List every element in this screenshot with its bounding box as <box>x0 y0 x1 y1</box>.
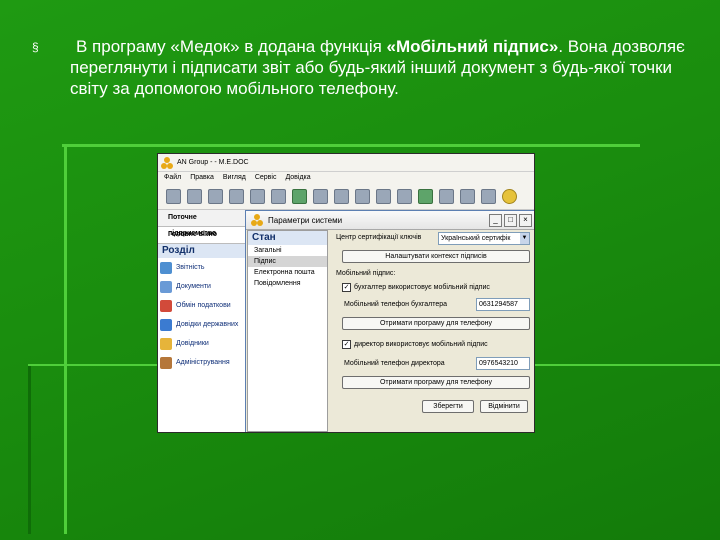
decor-line-left <box>64 144 67 534</box>
grid-icon[interactable] <box>313 188 328 204</box>
configure-signatures-button[interactable]: Налаштувати контекст підписів <box>342 250 530 263</box>
menu-help[interactable]: Довідка <box>285 174 310 181</box>
copy-icon[interactable] <box>229 188 244 204</box>
nav-item-catalogs[interactable]: Довідники <box>158 334 245 353</box>
menu-file[interactable]: Файл <box>164 174 181 181</box>
nav-item-references[interactable]: Довідки державних <box>158 315 245 334</box>
cert-center-label: Центр сертифікації ключів <box>336 234 422 241</box>
chevron-down-icon: ▼ <box>520 233 529 244</box>
state-pane: Стан Загальні Підпис Електронна пошта По… <box>247 230 328 432</box>
decor-line-dark <box>28 364 31 534</box>
state-item-notifications[interactable]: Повідомлення <box>248 278 327 289</box>
menu-service[interactable]: Сервіс <box>255 174 277 181</box>
references-icon <box>160 318 172 331</box>
close-icon[interactable]: × <box>519 213 532 227</box>
app-title: AN Group - - M.E.DOC <box>177 159 249 166</box>
window-controls: _ □ × <box>489 213 534 227</box>
refresh-icon[interactable] <box>418 188 433 204</box>
forward-icon[interactable] <box>187 188 202 204</box>
accountant-phone-input[interactable]: 0631294587 <box>476 298 530 311</box>
mobile-sign-label: Мобільний підпис: <box>336 270 396 277</box>
funnel-icon[interactable] <box>481 188 496 204</box>
tab-main-window[interactable]: Головне вікно <box>158 227 245 244</box>
get-program-button-accountant[interactable]: Отримати програму для телефону <box>342 317 530 330</box>
state-item-general[interactable]: Загальні <box>248 245 327 256</box>
nav-item-admin[interactable]: Адміністрування <box>158 353 245 372</box>
print-icon[interactable] <box>271 188 286 204</box>
back-icon[interactable] <box>166 188 181 204</box>
medoc-screenshot: AN Group - - M.E.DOC Файл Правка Вигляд … <box>157 153 535 433</box>
accountant-phone-label: Мобільний телефон бухгалтера <box>344 301 447 308</box>
app-titlebar: AN Group - - M.E.DOC <box>158 154 534 172</box>
decor-line-top <box>62 144 640 147</box>
slide-bullet: § В програму «Медок» в додана функція «М… <box>32 36 692 99</box>
director-phone-label: Мобільний телефон директора <box>344 360 445 367</box>
nav-item-documents[interactable]: Документи <box>158 277 245 296</box>
mail-icon[interactable] <box>439 188 454 204</box>
cert-center-select[interactable]: Український сертифік ▼ <box>438 232 530 245</box>
maximize-icon[interactable]: □ <box>504 213 517 227</box>
checkbox-checked-icon: ✓ <box>342 283 351 292</box>
dialog-titlebar: Параметри системи _ □ × <box>246 211 534 230</box>
app-logo-icon <box>161 156 173 169</box>
menubar: Файл Правка Вигляд Сервіс Довідка <box>158 172 534 183</box>
admin-icon <box>160 356 172 369</box>
toolbar <box>158 183 534 210</box>
state-item-signature[interactable]: Підпис <box>248 256 327 267</box>
director-phone-input[interactable]: 0976543210 <box>476 357 530 370</box>
nav-item-reports[interactable]: Звітність <box>158 258 245 277</box>
section-header: Розділ <box>158 244 245 258</box>
menu-view[interactable]: Вигляд <box>223 174 246 181</box>
dialog-title: Параметри системи <box>268 215 343 225</box>
bullet-paragraph: В програму «Медок» в додана функція «Моб… <box>70 37 685 98</box>
exchange-icon <box>160 299 172 312</box>
checkbox-checked-icon: ✓ <box>342 340 351 349</box>
accountant-mobile-checkbox[interactable]: ✓ бухгалтер використовує мобільний підпис <box>342 283 490 292</box>
state-header: Стан <box>248 231 327 245</box>
state-item-email[interactable]: Електронна пошта <box>248 267 327 278</box>
get-program-button-director[interactable]: Отримати програму для телефону <box>342 376 530 389</box>
dialog-logo-icon <box>251 214 263 226</box>
save-icon[interactable] <box>250 188 265 204</box>
bullet-icon: § <box>32 40 39 54</box>
nav-item-exchange[interactable]: Обмін податкови <box>158 296 245 315</box>
key-icon[interactable] <box>397 188 412 204</box>
catalogs-icon <box>160 337 172 350</box>
signature-settings: Центр сертифікації ключів Український се… <box>336 230 530 430</box>
minimize-icon[interactable]: _ <box>489 213 502 227</box>
save-button[interactable]: Зберегти <box>422 400 474 413</box>
encrypt-icon[interactable] <box>376 188 391 204</box>
cancel-button[interactable]: Відмінити <box>480 400 528 413</box>
help-icon[interactable] <box>502 188 517 204</box>
documents-icon <box>160 280 172 293</box>
tab-current-enterprise[interactable]: Поточне підприємство <box>158 210 245 237</box>
filter-icon[interactable] <box>460 188 475 204</box>
system-parameters-dialog: Параметри системи _ □ × Стан Загальні Пі… <box>245 210 534 432</box>
send-icon[interactable] <box>292 188 307 204</box>
check-icon[interactable] <box>334 188 349 204</box>
sign-icon[interactable] <box>355 188 370 204</box>
left-navigation: Поточне підприємство Головне вікно Розді… <box>158 210 246 432</box>
menu-edit[interactable]: Правка <box>190 174 214 181</box>
report-icon <box>160 261 172 274</box>
open-icon[interactable] <box>208 188 223 204</box>
director-mobile-checkbox[interactable]: ✓ директор використовує мобільний підпис <box>342 340 488 349</box>
